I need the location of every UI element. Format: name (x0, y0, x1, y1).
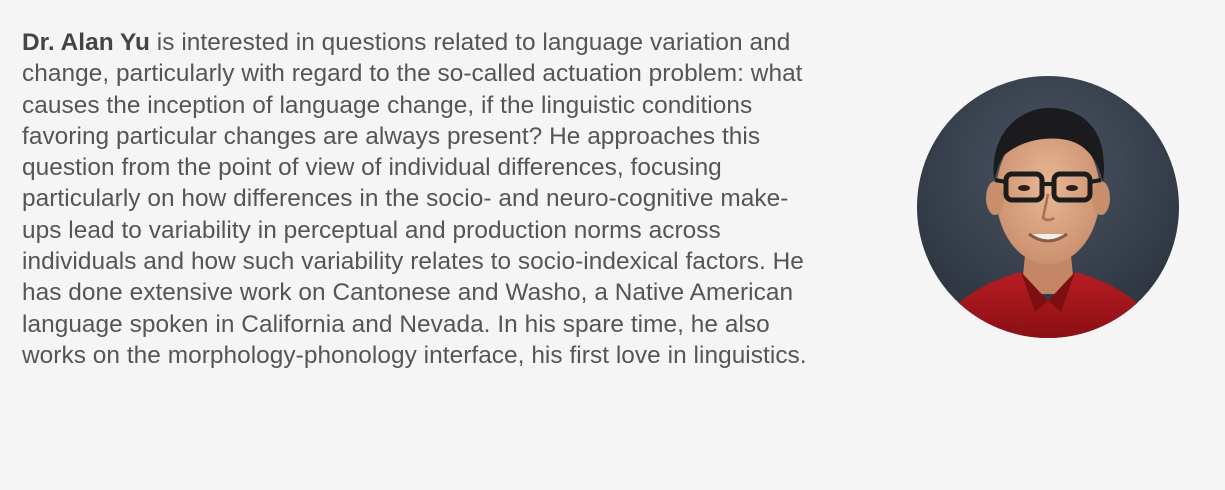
profile-card: Dr. Alan Yu is interested in questions r… (0, 0, 1225, 490)
bio-text: is interested in questions related to la… (22, 29, 807, 369)
bio-paragraph: Dr. Alan Yu is interested in questions r… (22, 27, 822, 371)
portrait-photo (917, 76, 1179, 338)
portrait-icon (917, 76, 1179, 338)
person-name: Dr. Alan Yu (22, 29, 150, 56)
